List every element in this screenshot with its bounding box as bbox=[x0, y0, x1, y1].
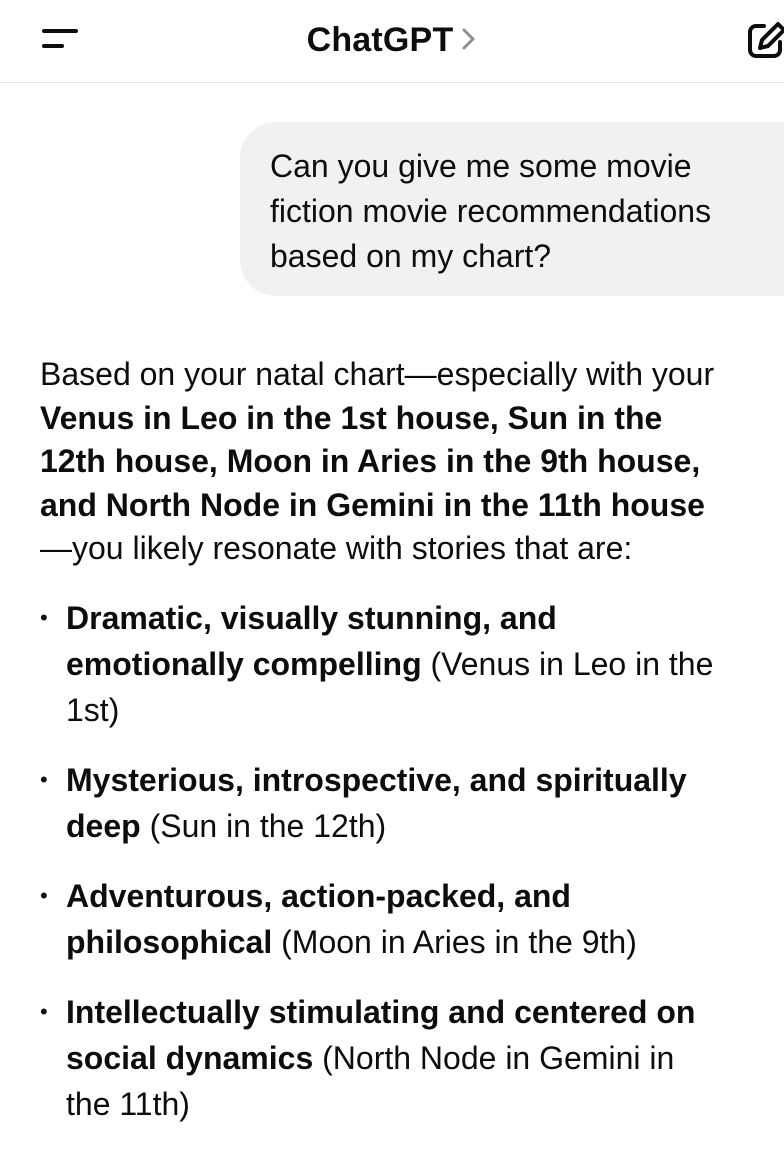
trait-list: • Dramatic, visually stunning, and emoti… bbox=[40, 595, 780, 1127]
bullet-bold: social dynamics bbox=[66, 1039, 314, 1076]
bullet-bold: Dramatic, visually stunning, and bbox=[66, 599, 557, 636]
bullet-text: (Moon in Aries in the 9th) bbox=[272, 923, 637, 960]
bullet-bold: Mysterious, introspective, and spiritual… bbox=[66, 761, 687, 798]
bullet-bold: deep bbox=[66, 807, 141, 844]
intro-text: Based on your natal chart—especially wit… bbox=[40, 356, 715, 392]
user-message-line: fiction movie recommendations bbox=[270, 193, 712, 229]
new-chat-button[interactable] bbox=[744, 18, 784, 62]
list-item: • Mysterious, introspective, and spiritu… bbox=[40, 757, 780, 849]
intro-text: —you likely resonate with stories that a… bbox=[40, 530, 633, 566]
assistant-intro: Based on your natal chart—especially wit… bbox=[40, 353, 780, 571]
assistant-message: Based on your natal chart—especially wit… bbox=[40, 353, 780, 1151]
intro-bold: 12th house, Moon in Aries in the 9th hou… bbox=[40, 443, 701, 479]
bullet-icon: • bbox=[40, 604, 48, 630]
bullet-text: 1st) bbox=[66, 691, 120, 728]
bullet-text: (North Node in Gemini in bbox=[313, 1039, 675, 1076]
list-item: • Intellectually stimulating and centere… bbox=[40, 989, 780, 1127]
intro-bold: and North Node in Gemini in the 11th hou… bbox=[40, 486, 705, 523]
bullet-icon: • bbox=[40, 766, 48, 792]
chevron-right-icon bbox=[461, 18, 477, 62]
bullet-text: (Venus in Leo in the bbox=[421, 645, 714, 682]
list-item: • Dramatic, visually stunning, and emoti… bbox=[40, 595, 780, 733]
compose-icon bbox=[748, 22, 784, 58]
user-message-line: Can you give me some movie bbox=[270, 148, 692, 184]
model-selector[interactable]: ChatGPT bbox=[0, 18, 784, 62]
bullet-icon: • bbox=[40, 882, 48, 908]
bullet-text: the 11th) bbox=[66, 1085, 190, 1122]
page-title: ChatGPT bbox=[306, 21, 454, 59]
top-bar: ChatGPT bbox=[0, 0, 784, 83]
bullet-text: (Sun in the 12th) bbox=[140, 807, 387, 844]
user-message-line: based on my chart? bbox=[270, 238, 552, 274]
bullet-bold: philosophical bbox=[66, 923, 273, 960]
intro-bold: Venus in Leo in the 1st house, Sun in th… bbox=[40, 399, 663, 436]
bullet-bold: Adventurous, action-packed, and bbox=[66, 877, 571, 914]
list-item: • Adventurous, action-packed, and philos… bbox=[40, 873, 780, 965]
user-message-bubble: Can you give me some movie fiction movie… bbox=[240, 122, 784, 296]
bullet-bold: emotionally compelling bbox=[66, 645, 422, 682]
bullet-icon: • bbox=[40, 998, 48, 1024]
bullet-bold: Intellectually stimulating and centered … bbox=[66, 993, 696, 1030]
